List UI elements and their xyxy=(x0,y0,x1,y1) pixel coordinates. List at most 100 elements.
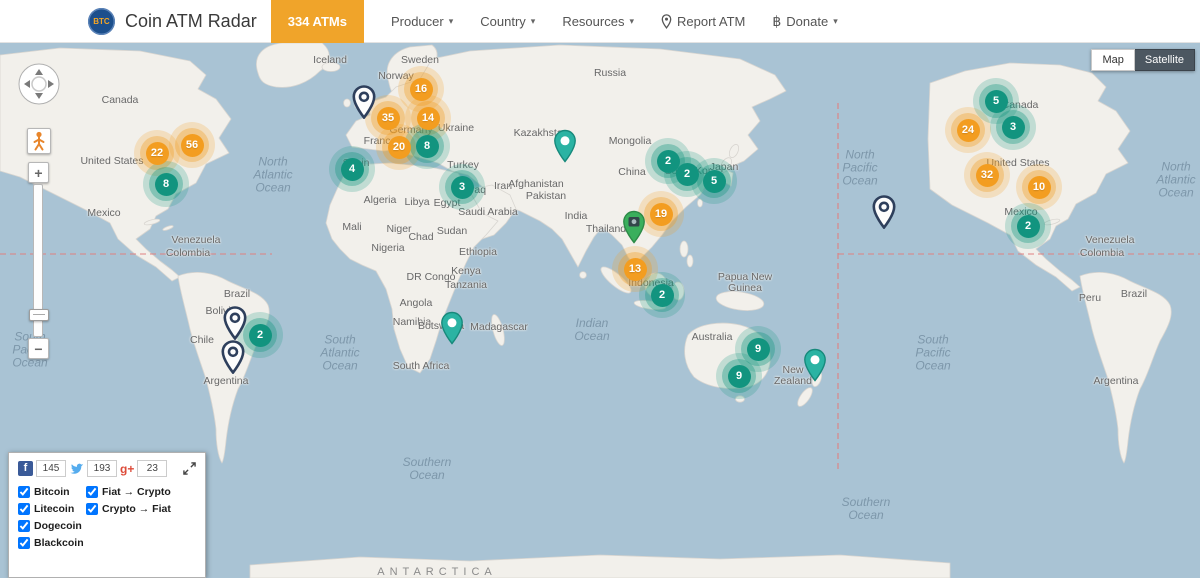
menu-country-label: Country xyxy=(480,14,526,29)
atm-pin-marker-teal[interactable] xyxy=(440,311,464,350)
menu-report-atm[interactable]: Report ATM xyxy=(661,14,745,29)
filter-fiat-crypto[interactable]: Fiat → Crypto xyxy=(86,486,171,498)
site-title[interactable]: Coin ATM Radar xyxy=(125,11,257,32)
map-canvas[interactable]: IcelandSwedenNorwayRussiaCanadaUnited St… xyxy=(0,43,1200,578)
menu-resources-label: Resources xyxy=(562,14,624,29)
facebook-share-count: 145 xyxy=(36,460,66,477)
filter-label: Litecoin xyxy=(34,503,74,515)
menu-country[interactable]: Country ▾ xyxy=(480,14,535,29)
filter-bitcoin[interactable]: Bitcoin xyxy=(18,486,82,498)
expand-panel-button[interactable] xyxy=(183,462,196,475)
atm-cluster-marker[interactable]: 2 xyxy=(1005,203,1051,249)
filter-label: Blackcoin xyxy=(34,537,84,549)
filter-litecoin[interactable]: Litecoin xyxy=(18,503,82,515)
pegman-icon xyxy=(31,131,47,151)
street-view-pegman-button[interactable] xyxy=(27,128,51,154)
filter-checkbox[interactable] xyxy=(18,486,30,498)
cluster-count: 8 xyxy=(416,135,439,158)
filter-checkbox[interactable] xyxy=(18,537,30,549)
cluster-count: 10 xyxy=(1028,176,1051,199)
menu-producer[interactable]: Producer ▾ xyxy=(391,14,453,29)
twitter-icon[interactable] xyxy=(69,461,84,476)
filter-label: Bitcoin xyxy=(34,486,70,498)
cluster-count: 8 xyxy=(155,173,178,196)
facebook-icon[interactable]: f xyxy=(18,461,33,476)
twitter-share-count: 193 xyxy=(87,460,117,477)
atm-cluster-marker[interactable]: 32 xyxy=(964,152,1010,198)
chevron-down-icon: ▾ xyxy=(449,16,454,27)
cluster-count: 3 xyxy=(1002,116,1025,139)
coin-atm-radar-app: BTC Coin ATM Radar 334 ATMs Producer ▾ C… xyxy=(0,0,1200,578)
filter-checkbox-grid: Bitcoin Litecoin Dogecoin Blackcoin Fiat → … xyxy=(18,486,196,549)
map-pin-icon xyxy=(661,14,672,29)
coin-filter-column: Bitcoin Litecoin Dogecoin Blackcoin xyxy=(18,486,82,549)
atm-cluster-marker[interactable]: 8 xyxy=(143,161,189,207)
expand-arrows-icon xyxy=(183,462,196,475)
cluster-count: 2 xyxy=(1017,215,1040,238)
filter-checkbox[interactable] xyxy=(86,503,98,515)
filter-label: Dogecoin xyxy=(34,520,82,532)
atm-pin-marker-navy[interactable] xyxy=(352,85,376,124)
satellite-view-button[interactable]: Satellite xyxy=(1135,49,1195,71)
filter-label: Crypto → Fiat xyxy=(102,503,171,515)
direction-filter-column: Fiat → Crypto Crypto → Fiat xyxy=(86,486,171,549)
cluster-count: 9 xyxy=(728,365,751,388)
pan-control[interactable] xyxy=(17,62,61,106)
cluster-count: 2 xyxy=(651,284,674,307)
atm-pin-marker-navy[interactable] xyxy=(221,340,245,379)
atm-pin-marker-teal[interactable] xyxy=(553,129,577,168)
chevron-down-icon: ▾ xyxy=(629,16,634,27)
map-type-toggle: Map Satellite xyxy=(1091,49,1195,71)
map-view-button[interactable]: Map xyxy=(1091,49,1134,71)
filter-blackcoin[interactable]: Blackcoin xyxy=(18,537,82,549)
cluster-count: 2 xyxy=(249,324,272,347)
atm-cluster-marker[interactable]: 5 xyxy=(691,158,737,204)
cluster-count: 2 xyxy=(676,163,699,186)
filter-dogecoin[interactable]: Dogecoin xyxy=(18,520,82,532)
cluster-count: 56 xyxy=(181,134,204,157)
atm-cluster-marker[interactable]: 8 xyxy=(404,123,450,169)
cluster-count: 22 xyxy=(146,142,169,165)
atm-cluster-marker[interactable]: 2 xyxy=(639,272,685,318)
atm-pin-marker-navy[interactable] xyxy=(872,195,896,234)
menu-resources[interactable]: Resources ▾ xyxy=(562,14,634,29)
filter-crypto-fiat[interactable]: Crypto → Fiat xyxy=(86,503,171,515)
bitcoin-icon: ฿ xyxy=(772,13,781,30)
atm-pin-marker-green-atm[interactable] xyxy=(622,210,646,249)
btc-logo-icon[interactable]: BTC xyxy=(88,8,115,35)
cluster-count: 4 xyxy=(341,158,364,181)
zoom-out-button[interactable]: − xyxy=(28,338,49,359)
share-buttons-row: f 145 193 g+ 23 xyxy=(18,460,196,477)
chevron-down-icon: ▾ xyxy=(833,16,838,27)
googleplus-share-count: 23 xyxy=(137,460,167,477)
googleplus-icon[interactable]: g+ xyxy=(120,462,134,476)
chevron-down-icon: ▾ xyxy=(531,16,536,27)
cluster-count: 14 xyxy=(417,107,440,130)
zoom-in-button[interactable]: + xyxy=(28,162,49,183)
cluster-count: 9 xyxy=(747,338,770,361)
cluster-count: 20 xyxy=(388,136,411,159)
cluster-count: 24 xyxy=(957,119,980,142)
cluster-count: 3 xyxy=(451,176,474,199)
atm-cluster-marker[interactable]: 3 xyxy=(439,164,485,210)
cluster-count: 13 xyxy=(624,258,647,281)
cluster-count: 32 xyxy=(976,164,999,187)
cluster-count: 5 xyxy=(703,170,726,193)
menu-producer-label: Producer xyxy=(391,14,444,29)
atm-cluster-marker[interactable]: 4 xyxy=(329,146,375,192)
atm-cluster-marker[interactable]: 56 xyxy=(169,122,215,168)
zoom-slider-handle[interactable] xyxy=(29,309,49,321)
share-filter-panel: f 145 193 g+ 23 BitcoinLitecoinDogec xyxy=(8,452,206,578)
menu-report-atm-label: Report ATM xyxy=(677,14,745,29)
cluster-count: 5 xyxy=(985,90,1008,113)
cluster-count: 35 xyxy=(377,107,400,130)
filter-checkbox[interactable] xyxy=(18,503,30,515)
cluster-count: 19 xyxy=(650,203,673,226)
filter-checkbox[interactable] xyxy=(18,520,30,532)
filter-label: Fiat → Crypto xyxy=(102,486,171,498)
filter-checkbox[interactable] xyxy=(86,486,98,498)
atm-count-badge[interactable]: 334 ATMs xyxy=(271,0,364,43)
menu-donate[interactable]: ฿ Donate ▾ xyxy=(772,13,837,30)
atm-pin-marker-teal[interactable] xyxy=(803,348,827,387)
top-navbar: BTC Coin ATM Radar 334 ATMs Producer ▾ C… xyxy=(0,0,1200,43)
